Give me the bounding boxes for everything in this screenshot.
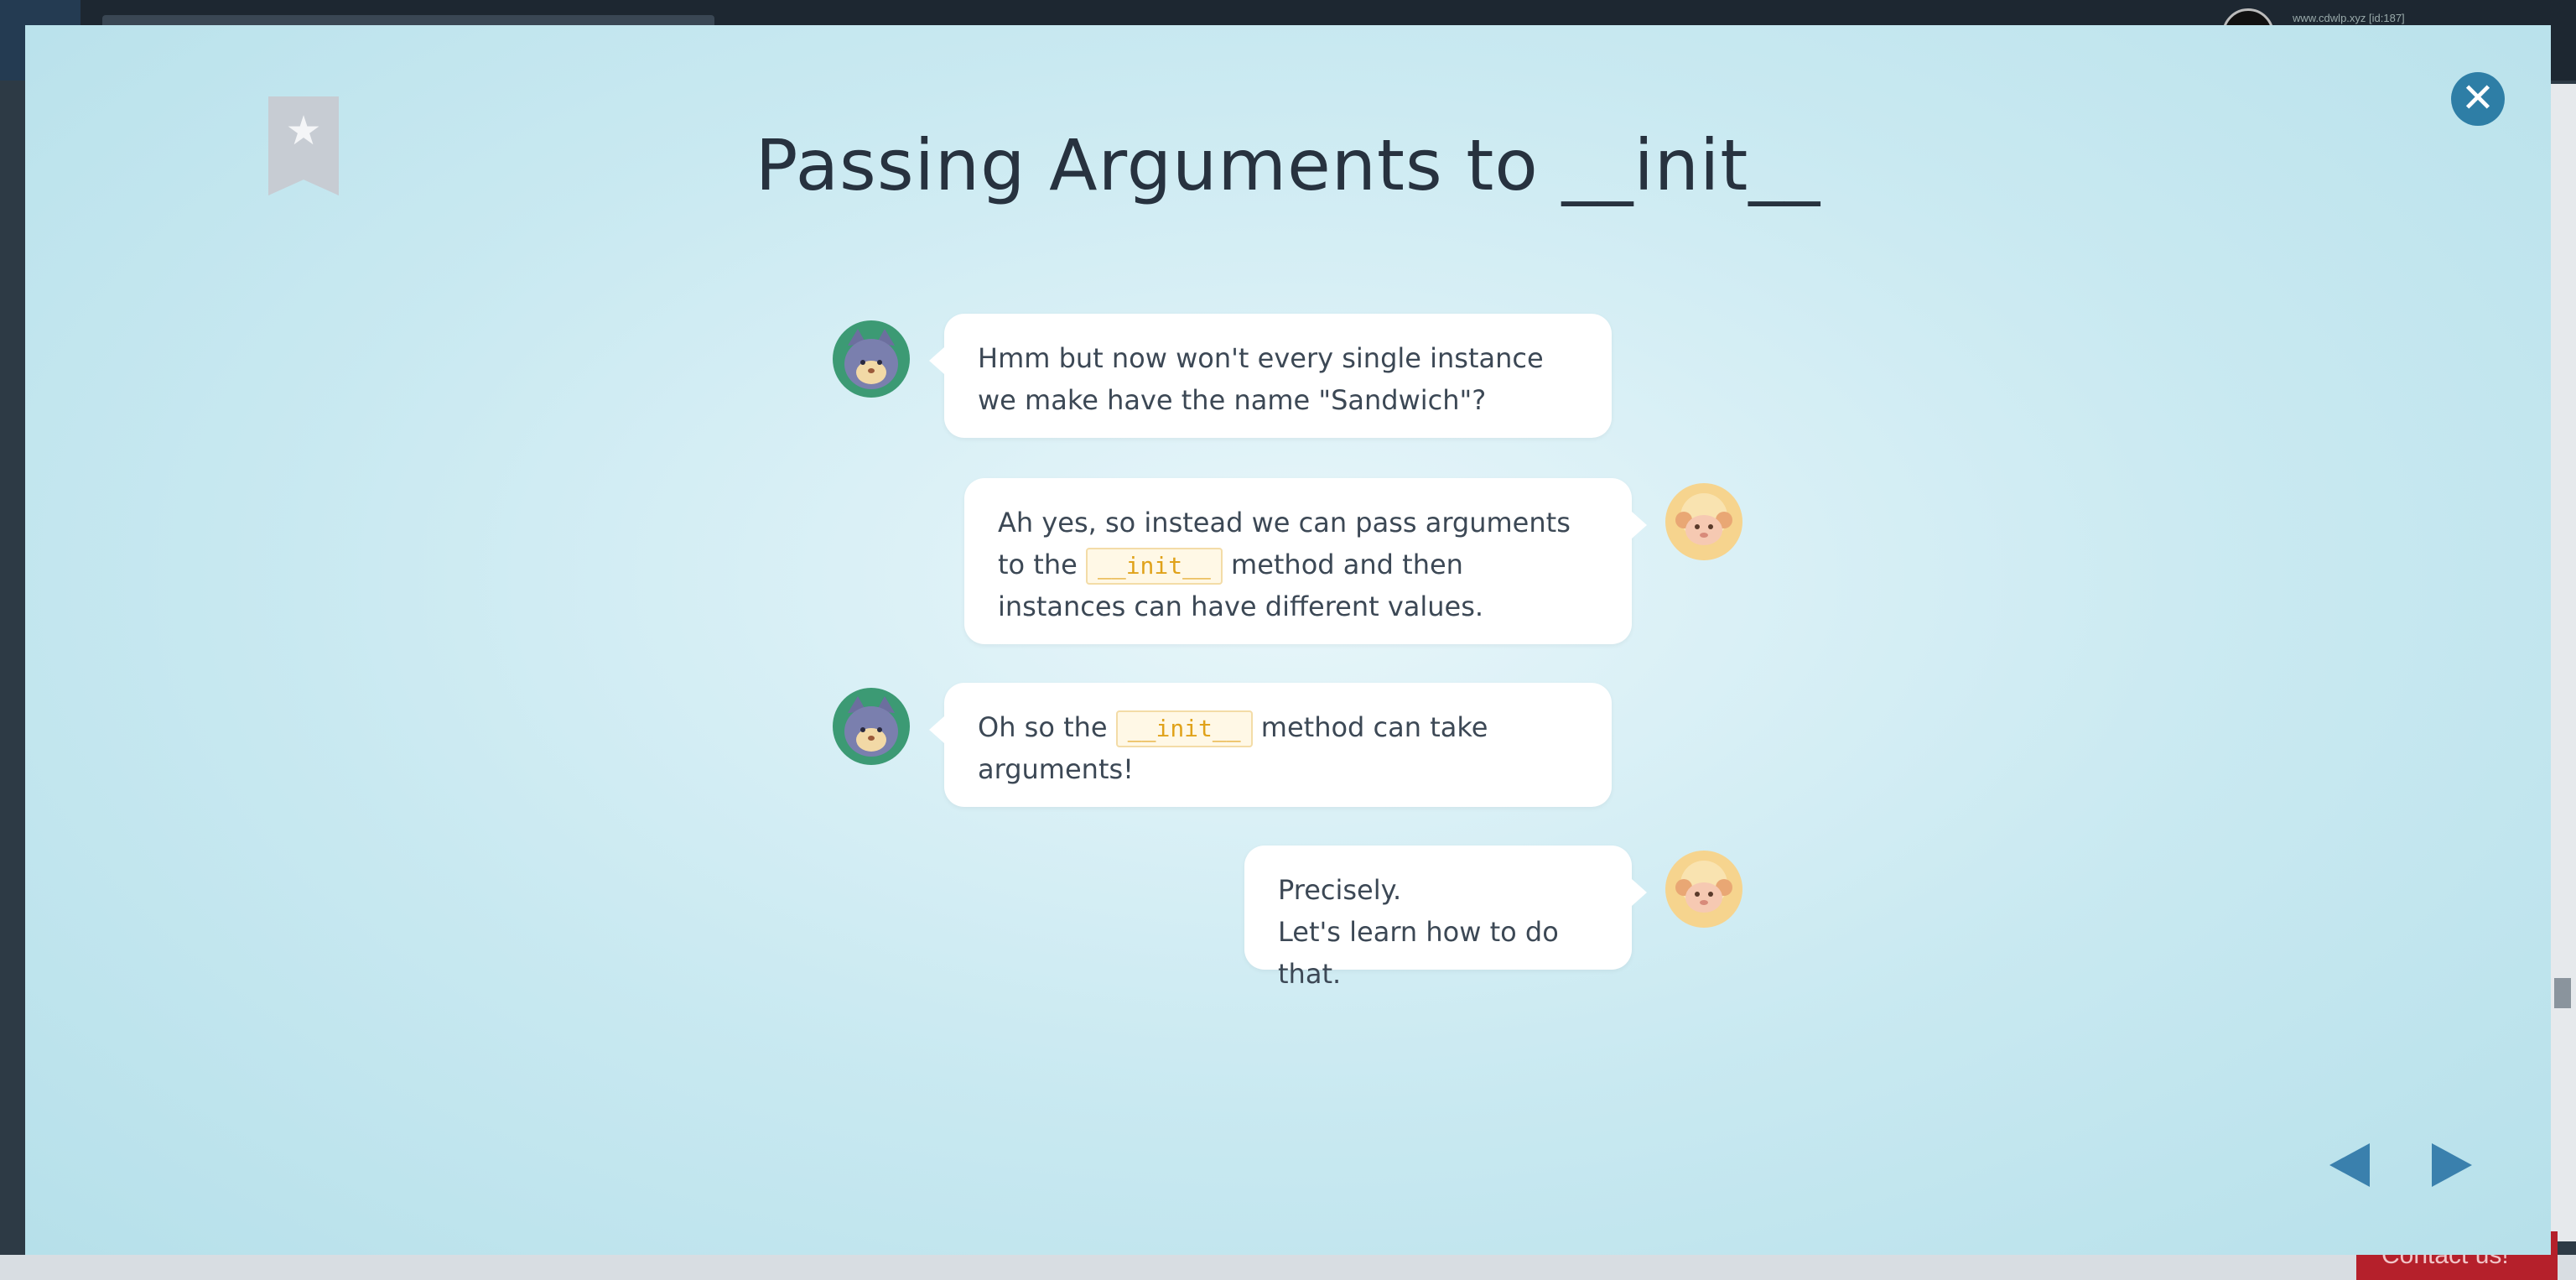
message-text: Precisely. [1278,874,1402,906]
message-text: Oh so the [978,711,1108,743]
message-text: Hmm but now won't every single instance … [978,342,1544,416]
scrollbar-thumb[interactable] [2554,978,2571,1008]
next-arrow-icon[interactable] [2432,1143,2472,1187]
close-icon: ✕ [2460,75,2496,122]
code-snippet: __init__ [1115,710,1253,747]
cat-avatar [833,688,910,765]
lesson-modal: ★ ✕ Passing Arguments to __init__ Hmm bu… [25,25,2551,1255]
message-bubble: Ah yes, so instead we can pass arguments… [964,478,1647,644]
message-bubble: Precisely. Let's learn how to do that. [1244,846,1647,990]
previous-arrow-icon[interactable] [2329,1143,2370,1187]
cat-icon [844,329,898,389]
sheep-icon [1675,493,1732,545]
user-text: www.cdwlp.xyz [id:187] [2293,12,2405,24]
sheep-avatar [1665,851,1742,928]
horizontal-scrollbar[interactable] [0,1255,2576,1280]
message-text: Let's learn how to do that. [1278,916,1559,990]
message-bubble: Oh so the __init__ method can take argum… [929,683,1612,807]
sheep-avatar [1665,483,1742,560]
lesson-title: Passing Arguments to __init__ [755,124,1821,206]
page-scrollbar[interactable] [2549,84,2576,1241]
sheep-icon [1675,861,1732,913]
close-button[interactable]: ✕ [2451,72,2505,126]
cat-avatar [833,320,910,398]
cat-icon [844,696,898,757]
code-snippet: __init__ [1085,548,1223,585]
message-bubble: Hmm but now won't every single instance … [929,314,1612,438]
